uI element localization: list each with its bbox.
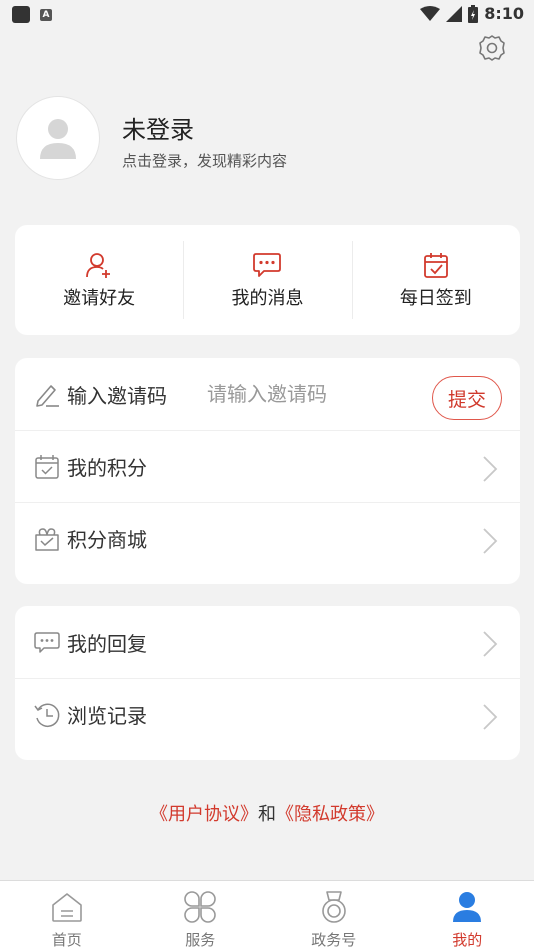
message-icon	[253, 253, 282, 277]
my-points-label: 我的积分	[67, 456, 147, 480]
pencil-icon	[36, 385, 59, 407]
signal-icon	[446, 5, 463, 22]
my-messages-label: 我的消息	[231, 288, 304, 309]
chevron-right-icon	[483, 456, 498, 482]
invite-friends-label: 邀请好友	[63, 288, 136, 309]
nav-label-government: 政务号	[311, 931, 357, 949]
my-messages-button[interactable]: 我的消息	[183, 225, 351, 335]
invite-code-label: 输入邀请码	[67, 383, 167, 408]
calendar-check-icon	[423, 253, 448, 278]
clock: 8:10	[484, 4, 524, 23]
points-mall-label: 积分商城	[67, 528, 147, 552]
invite-friends-button[interactable]: 邀请好友	[15, 225, 183, 335]
gift-box-icon	[35, 527, 59, 551]
daily-checkin-button[interactable]: 每日签到	[351, 225, 520, 335]
user-agreement-link[interactable]: 《用户协议》	[150, 804, 258, 825]
agreement-line: 《用户协议》和《隐私政策》	[0, 800, 534, 826]
my-replies-row[interactable]: 我的回复	[15, 606, 520, 678]
chevron-right-icon	[483, 631, 498, 657]
chevron-right-icon	[483, 704, 498, 730]
nav-tab-government[interactable]: 政务号	[267, 881, 401, 950]
browse-history-label: 浏览记录	[67, 704, 147, 728]
nav-tab-mine[interactable]: 我的	[401, 881, 534, 950]
nav-tab-home[interactable]: 首页	[0, 881, 134, 950]
login-subtitle[interactable]: 点击登录，发现精彩内容	[122, 150, 287, 171]
wifi-icon	[420, 5, 441, 21]
nav-label-mine: 我的	[452, 931, 483, 949]
menu-card-activity: 我的回复 浏览记录	[15, 606, 520, 760]
profile-icon	[453, 892, 482, 922]
user-add-icon	[86, 253, 111, 278]
battery-icon	[468, 4, 479, 23]
notification-badge-icon: A	[40, 8, 52, 21]
quick-actions-card: 邀请好友 我的消息 每日签到	[15, 225, 520, 335]
default-avatar-icon	[40, 119, 76, 159]
home-icon	[51, 893, 82, 922]
status-bar: A 8:10	[0, 0, 534, 30]
calendar-check-icon	[35, 454, 59, 479]
chat-bubble-icon	[34, 632, 60, 653]
gear-icon	[479, 35, 505, 61]
invite-code-row: 输入邀请码 提交	[15, 358, 520, 430]
menu-card-points: 输入邀请码 提交 我的积分 积分商城	[15, 358, 520, 584]
settings-button[interactable]	[476, 32, 508, 64]
nav-tab-services[interactable]: 服务	[134, 881, 268, 950]
points-mall-row[interactable]: 积分商城	[15, 502, 520, 574]
medal-icon	[321, 891, 346, 923]
browse-history-row[interactable]: 浏览记录	[15, 678, 520, 750]
agreement-and-text: 和	[258, 804, 276, 825]
my-replies-label: 我的回复	[67, 631, 147, 656]
login-title[interactable]: 未登录	[122, 110, 194, 145]
notification-icon	[12, 6, 30, 23]
nav-label-home: 首页	[51, 931, 82, 949]
history-icon	[34, 703, 60, 727]
bottom-navigation: 首页 服务 政务号 我的	[0, 880, 534, 950]
nav-label-services: 服务	[185, 931, 216, 949]
avatar[interactable]	[16, 96, 100, 180]
chevron-right-icon	[483, 528, 498, 554]
services-icon	[184, 891, 217, 923]
privacy-policy-link[interactable]: 《隐私政策》	[276, 804, 384, 825]
daily-checkin-label: 每日签到	[399, 288, 472, 309]
my-points-row[interactable]: 我的积分	[15, 430, 520, 502]
submit-button[interactable]: 提交	[432, 376, 502, 420]
invite-code-input[interactable]	[207, 382, 387, 406]
